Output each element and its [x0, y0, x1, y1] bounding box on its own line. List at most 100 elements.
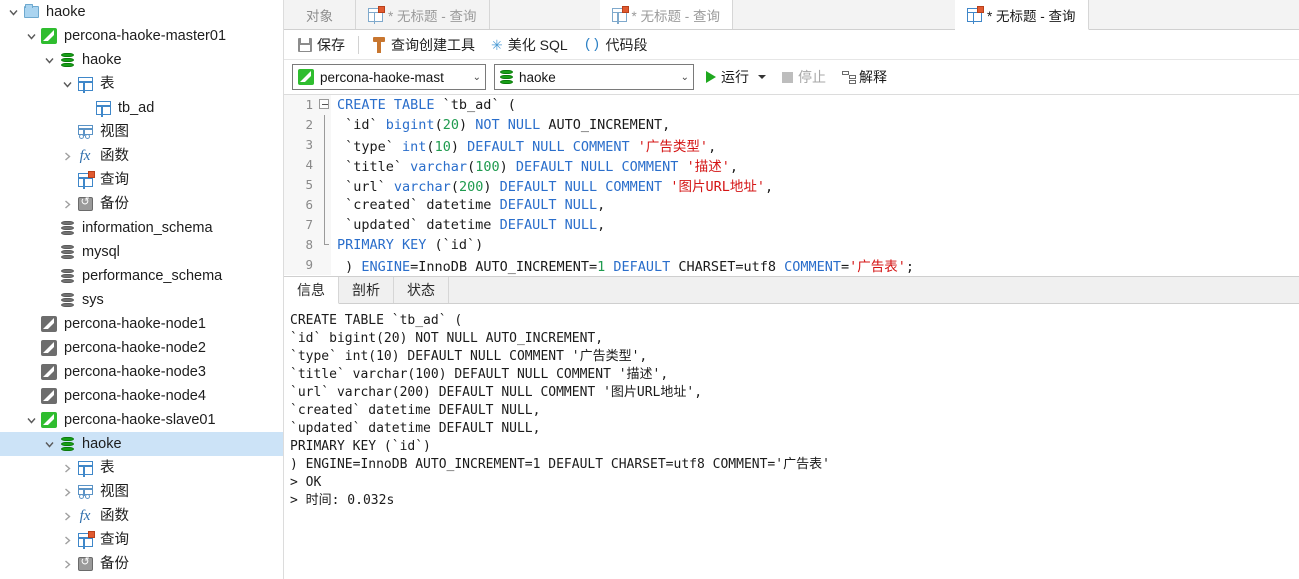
fold-column[interactable]: [318, 195, 331, 215]
code-snippet-button[interactable]: () 代码段: [576, 32, 656, 58]
tree-item-tb_ad[interactable]: tb_ad: [0, 96, 283, 120]
sql-editor[interactable]: 1 CREATE TABLE `tb_ad` (2 `id` bigint(20)…: [284, 94, 1299, 276]
editor-line[interactable]: 5 `url` varchar(200) DEFAULT NULL COMMEN…: [284, 175, 1299, 195]
chevron-down-icon[interactable]: [59, 72, 75, 96]
fold-column[interactable]: [318, 115, 331, 135]
tree-item-percona-haoke-node2[interactable]: percona-haoke-node2: [0, 336, 283, 360]
object-tree-sidebar[interactable]: haoke percona-haoke-master01 haoke 表 tb_ad 视图…: [0, 0, 284, 579]
tab-objects[interactable]: 对象: [284, 0, 356, 29]
tree-item-haoke[interactable]: haoke: [0, 48, 283, 72]
editor-line-content[interactable]: `updated` datetime DEFAULT NULL,: [331, 217, 605, 233]
play-icon: [706, 71, 716, 83]
editor-line[interactable]: 7 `updated` datetime DEFAULT NULL,: [284, 215, 1299, 235]
chevron-down-icon[interactable]: [5, 0, 21, 24]
tree-item-[interactable]: 备份: [0, 192, 283, 216]
tree-item-label: percona-haoke-node1: [64, 316, 206, 332]
editor-line-content[interactable]: `id` bigint(20) NOT NULL AUTO_INCREMENT,: [331, 117, 670, 133]
editor-line-content[interactable]: `title` varchar(100) DEFAULT NULL COMMEN…: [331, 155, 738, 175]
table-folder-icon: [77, 461, 93, 477]
tree-item-[interactable]: 视图: [0, 480, 283, 504]
editor-toolbar[interactable]: 保存 查询创建工具 ✳ 美化 SQL () 代码段: [284, 30, 1299, 60]
fold-end-line: [323, 235, 329, 245]
query-tab-2[interactable]: * 无标题 - 查询: [599, 0, 734, 29]
editor-line[interactable]: 9 ) ENGINE=InnoDB AUTO_INCREMENT=1 DEFAU…: [284, 255, 1299, 275]
connection-select[interactable]: percona-haoke-mast ⌄: [292, 64, 486, 90]
results-tab-3[interactable]: 状态: [394, 277, 449, 303]
query-tabs[interactable]: * 无标题 - 查询 * 无标题 - 查询 * 无标题 - 查询: [356, 0, 1299, 30]
editor-line-content[interactable]: `type` int(10) DEFAULT NULL COMMENT '广告类…: [331, 135, 716, 155]
chevron-down-icon[interactable]: [41, 48, 57, 72]
chevron-right-icon[interactable]: [59, 192, 75, 216]
fold-collapse-icon[interactable]: [319, 99, 329, 109]
fold-column[interactable]: [318, 215, 331, 235]
tree-item-[interactable]: 表: [0, 72, 283, 96]
chevron-down-icon[interactable]: [23, 408, 39, 432]
chevron-right-icon[interactable]: [59, 552, 75, 576]
results-output-line: PRIMARY KEY (`id`): [290, 439, 431, 454]
connection-icon: [298, 69, 314, 85]
tree-item-performance_schema[interactable]: performance_schema: [0, 264, 283, 288]
fold-column[interactable]: [318, 135, 331, 155]
tree-item-[interactable]: 备份: [0, 552, 283, 576]
explain-button[interactable]: 解释: [838, 67, 891, 87]
editor-line[interactable]: 6 `created` datetime DEFAULT NULL,: [284, 195, 1299, 215]
tree-item-icon: [39, 314, 59, 334]
query-tab-3[interactable]: * 无标题 - 查询: [955, 0, 1089, 30]
tree-item-icon: [57, 290, 77, 310]
editor-line[interactable]: 4 `title` varchar(100) DEFAULT NULL COMM…: [284, 155, 1299, 175]
chevron-right-icon[interactable]: [59, 456, 75, 480]
results-tab-bar[interactable]: 信息 剖析 状态: [284, 277, 1299, 304]
results-tab-2[interactable]: 剖析: [339, 277, 394, 303]
chevron-down-icon[interactable]: [23, 24, 39, 48]
fold-line: [323, 195, 325, 215]
editor-line-content[interactable]: PRIMARY KEY (`id`): [331, 237, 483, 253]
tree-item-haoke[interactable]: haoke: [0, 0, 283, 24]
tree-item-sys[interactable]: sys: [0, 288, 283, 312]
chevron-right-icon[interactable]: [59, 528, 75, 552]
editor-line[interactable]: 1 CREATE TABLE `tb_ad` (: [284, 95, 1299, 115]
tree-item-percona-haoke-node1[interactable]: percona-haoke-node1: [0, 312, 283, 336]
database-icon: [60, 268, 74, 284]
tree-item-[interactable]: fx 函数: [0, 504, 283, 528]
fold-column[interactable]: [318, 255, 331, 275]
connection-selector-row[interactable]: percona-haoke-mast ⌄ haoke ⌄ 运行 停止 解释: [284, 60, 1299, 94]
editor-line[interactable]: 2 `id` bigint(20) NOT NULL AUTO_INCREMEN…: [284, 115, 1299, 135]
tree-item-haoke[interactable]: haoke: [0, 432, 283, 456]
database-select[interactable]: haoke ⌄: [494, 64, 694, 90]
editor-line[interactable]: 8 PRIMARY KEY (`id`): [284, 235, 1299, 255]
editor-tab-bar[interactable]: 对象 * 无标题 - 查询 * 无标题 - 查询 * 无标题 - 查询: [284, 0, 1299, 30]
beautify-sql-button[interactable]: ✳ 美化 SQL: [483, 32, 576, 58]
query-tab-1[interactable]: * 无标题 - 查询: [356, 0, 490, 29]
editor-line[interactable]: 3 `type` int(10) DEFAULT NULL COMMENT '广…: [284, 135, 1299, 155]
editor-line-content[interactable]: `url` varchar(200) DEFAULT NULL COMMENT …: [331, 175, 773, 195]
results-output-line: > OK: [290, 475, 322, 490]
caret-down-icon[interactable]: [758, 75, 766, 79]
editor-line-content[interactable]: CREATE TABLE `tb_ad` (: [331, 97, 516, 113]
tree-item-information_schema[interactable]: information_schema: [0, 216, 283, 240]
results-tab-1[interactable]: 信息: [284, 277, 339, 304]
save-button[interactable]: 保存: [290, 32, 353, 58]
fold-column[interactable]: [318, 155, 331, 175]
editor-line-content[interactable]: ) ENGINE=InnoDB AUTO_INCREMENT=1 DEFAULT…: [331, 255, 914, 275]
chevron-down-icon[interactable]: [41, 432, 57, 456]
chevron-right-icon[interactable]: [59, 144, 75, 168]
fold-column[interactable]: [318, 95, 331, 115]
tree-item-percona-haoke-master01[interactable]: percona-haoke-master01: [0, 24, 283, 48]
tree-item-mysql[interactable]: mysql: [0, 240, 283, 264]
tree-item-percona-haoke-node4[interactable]: percona-haoke-node4: [0, 384, 283, 408]
connection-tree[interactable]: haoke percona-haoke-master01 haoke 表 tb_ad 视图…: [0, 0, 283, 576]
tree-item-[interactable]: 视图: [0, 120, 283, 144]
tree-item-percona-haoke-node3[interactable]: percona-haoke-node3: [0, 360, 283, 384]
editor-line-content[interactable]: `created` datetime DEFAULT NULL,: [331, 197, 605, 213]
tree-item-[interactable]: 查询: [0, 528, 283, 552]
fold-column[interactable]: [318, 175, 331, 195]
tree-item-[interactable]: fx 函数: [0, 144, 283, 168]
run-button[interactable]: 运行: [702, 67, 770, 87]
tree-item-percona-haoke-slave01[interactable]: percona-haoke-slave01: [0, 408, 283, 432]
chevron-right-icon[interactable]: [59, 480, 75, 504]
chevron-right-icon[interactable]: [59, 504, 75, 528]
fold-column[interactable]: [318, 235, 331, 255]
tree-item-[interactable]: 表: [0, 456, 283, 480]
query-builder-button[interactable]: 查询创建工具: [364, 32, 483, 58]
tree-item-[interactable]: 查询: [0, 168, 283, 192]
